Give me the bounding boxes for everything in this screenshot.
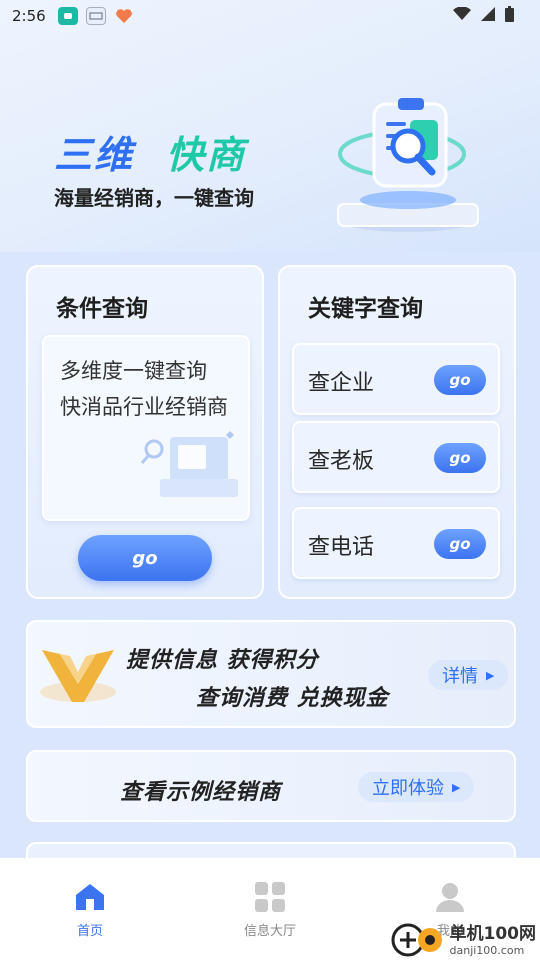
watermark-name: 单机100网 bbox=[449, 924, 537, 944]
try-now-button-label: 立即体验 bbox=[372, 778, 444, 799]
try-now-button[interactable]: 立即体验 ▶ bbox=[358, 772, 475, 802]
nav-label-info-hall: 信息大厅 bbox=[243, 924, 296, 939]
user-icon bbox=[436, 883, 464, 912]
play-arrow-icon: ▶ bbox=[452, 780, 461, 794]
keyword-row-boss[interactable]: 查老板 go bbox=[292, 421, 500, 493]
app-title-part2: 快商 bbox=[166, 133, 247, 177]
points-banner-line1: 提供信息 获得积分 bbox=[126, 648, 319, 673]
condition-desc-line2: 快消品行业经销商 bbox=[60, 395, 228, 419]
notification-app-icon bbox=[57, 7, 78, 25]
laptop-search-illustration bbox=[140, 431, 238, 497]
keyword-phone-go-button[interactable]: go bbox=[434, 529, 486, 559]
condition-query-card: 条件查询 多维度一键查询 快消品行业经销商 go bbox=[26, 265, 264, 599]
notification-keyboard-icon bbox=[85, 7, 106, 25]
watermark-logo-icon bbox=[391, 923, 442, 957]
condition-desc-line1: 多维度一键查询 bbox=[60, 359, 207, 383]
app-title: 三维 快商 bbox=[54, 124, 246, 179]
watermark: 单机100网 danji100.com bbox=[390, 918, 537, 958]
keyword-boss-go-button[interactable]: go bbox=[434, 443, 486, 473]
search-document-illustration bbox=[337, 98, 479, 232]
keyword-query-title: 关键字查询 bbox=[308, 296, 423, 322]
signal-icon bbox=[481, 7, 495, 21]
details-button-label: 详情 bbox=[442, 666, 478, 687]
hero-subtitle: 海量经销商，一键查询 bbox=[54, 186, 254, 210]
points-banner-line2: 查询消费 兑换现金 bbox=[196, 686, 389, 711]
keyword-row-label: 查电话 bbox=[308, 535, 375, 560]
nav-label-home: 首页 bbox=[76, 924, 103, 939]
nav-item-info-hall[interactable]: 信息大厅 bbox=[210, 882, 330, 939]
notification-heart-icon bbox=[114, 7, 134, 25]
home-icon bbox=[76, 884, 104, 910]
hero-header: 2:56 三维 快商 海量经销商，一键查询 bbox=[0, 0, 540, 252]
keyword-company-go-button[interactable]: go bbox=[434, 365, 486, 395]
keyword-row-label: 查老板 bbox=[308, 449, 375, 474]
keyword-query-card: 关键字查询 查企业 go 查老板 go 查电话 go bbox=[278, 265, 516, 599]
v-badge-icon bbox=[40, 650, 116, 702]
keyword-row-phone[interactable]: 查电话 go bbox=[292, 507, 500, 579]
play-arrow-icon: ▶ bbox=[486, 668, 495, 682]
condition-query-description-box[interactable]: 多维度一键查询 快消品行业经销商 bbox=[42, 335, 250, 521]
example-distributor-banner[interactable]: 查看示例经销商 立即体验 ▶ bbox=[26, 750, 516, 822]
nav-item-home[interactable]: 首页 bbox=[30, 882, 150, 939]
status-time: 2:56 bbox=[12, 7, 46, 25]
battery-icon bbox=[505, 6, 514, 22]
wifi-icon bbox=[453, 7, 471, 20]
app-title-part1: 三维 bbox=[54, 133, 135, 177]
details-button[interactable]: 详情 ▶ bbox=[428, 660, 509, 690]
condition-query-go-button[interactable]: go bbox=[78, 535, 212, 581]
status-bar: 2:56 bbox=[0, 0, 540, 32]
example-banner-text: 查看示例经销商 bbox=[120, 780, 282, 805]
grid-icon bbox=[255, 882, 285, 912]
keyword-row-label: 查企业 bbox=[308, 371, 375, 396]
watermark-url: danji100.com bbox=[449, 944, 525, 957]
points-banner[interactable]: 提供信息 获得积分 查询消费 兑换现金 详情 ▶ bbox=[26, 620, 516, 728]
condition-query-title: 条件查询 bbox=[56, 296, 148, 322]
keyword-row-company[interactable]: 查企业 go bbox=[292, 343, 500, 415]
bottom-nav: 首页 信息大厅 我的 单机100网 danji100.com bbox=[0, 858, 540, 960]
